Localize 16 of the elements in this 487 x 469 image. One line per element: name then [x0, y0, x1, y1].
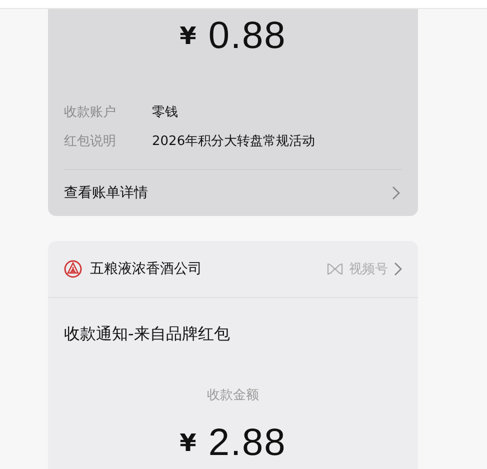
field-value: 2026年积分大转盘常规活动 — [152, 133, 316, 150]
sender-name: 五粮液浓香酒公司 — [90, 260, 203, 278]
currency-symbol: ¥ — [180, 22, 196, 50]
notice-title: 收款通知-来自品牌红包 — [63, 323, 231, 345]
channels-icon — [327, 262, 343, 276]
amount: 2.88 — [208, 422, 286, 464]
logo-icon — [64, 260, 82, 278]
chevron-icon — [392, 186, 400, 200]
currency-symbol: ¥ — [180, 429, 196, 457]
amount-label: 收款金额 — [206, 387, 260, 404]
field-label: 收款账户 — [64, 104, 117, 121]
chevron-icon — [394, 262, 402, 276]
bill-details-link[interactable]: 查看账单详情 — [64, 169, 402, 216]
field-value: 零钱 — [152, 104, 178, 121]
amount: 0.88 — [208, 14, 286, 58]
field-label: 红包说明 — [64, 133, 117, 150]
